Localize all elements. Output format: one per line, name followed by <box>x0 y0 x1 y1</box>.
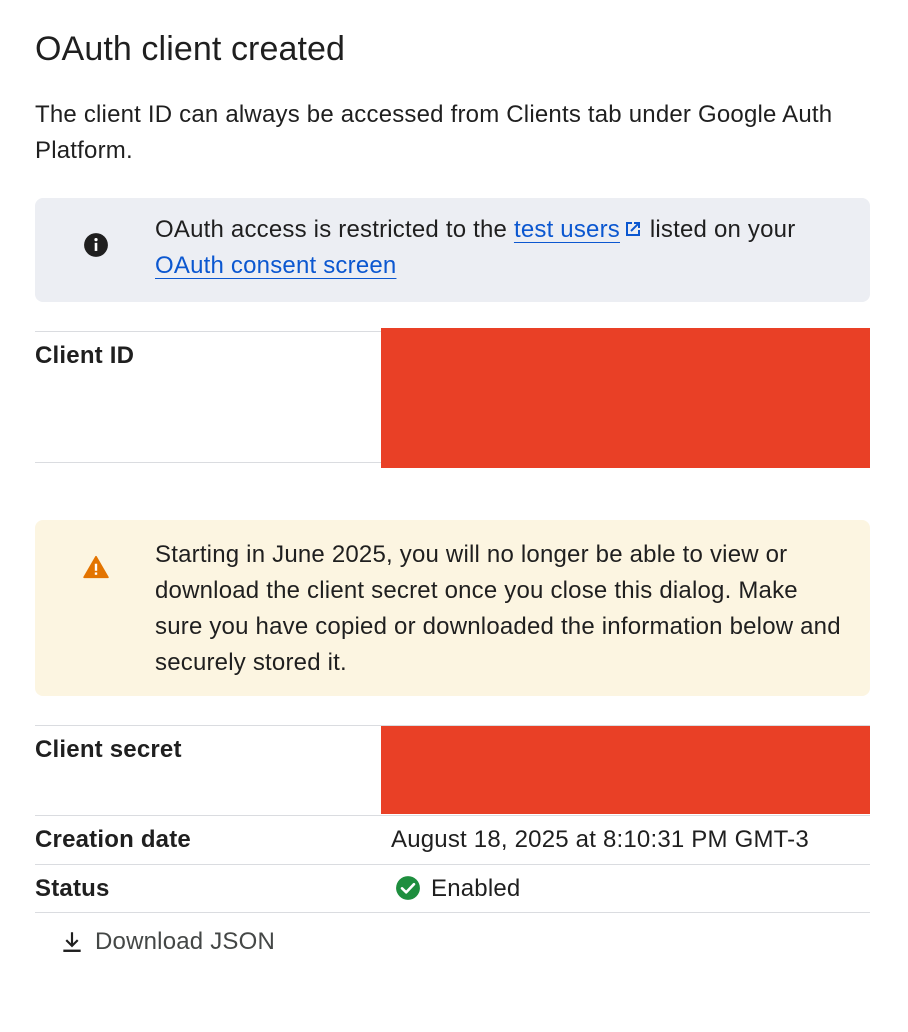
download-json-button[interactable]: Download JSON <box>59 928 275 956</box>
status-label: Status <box>35 875 110 902</box>
warning-banner: Starting in June 2025, you will no longe… <box>35 520 870 696</box>
creation-date-label: Creation date <box>35 826 191 853</box>
dialog-intro-text: The client ID can always be accessed fro… <box>35 101 833 164</box>
check-circle-icon <box>395 875 421 901</box>
warning-banner-text: Starting in June 2025, you will no longe… <box>155 541 841 676</box>
info-banner: OAuth access is restricted to the test u… <box>35 198 870 302</box>
test-users-link[interactable]: test users <box>514 216 620 243</box>
download-icon <box>63 932 81 952</box>
client-id-redacted-value <box>381 328 870 468</box>
client-id-row: Client ID <box>35 328 870 468</box>
creation-date-row: Creation date August 18, 2025 at 8:10:31… <box>35 815 870 864</box>
client-secret-redacted-value <box>381 726 870 814</box>
status-value: Enabled <box>395 875 520 903</box>
status-text: Enabled <box>431 875 521 902</box>
external-link-icon[interactable] <box>623 214 643 236</box>
client-secret-row: Client secret <box>35 725 870 815</box>
info-banner-text: OAuth access is restricted to the test u… <box>155 212 845 284</box>
creation-date-value: August 18, 2025 at 8:10:31 PM GMT-3 <box>391 826 809 853</box>
dialog-title: OAuth client created <box>35 30 346 68</box>
info-text-before: OAuth access is restricted to the <box>155 216 514 243</box>
status-row: Status Enabled <box>35 864 870 913</box>
download-json-label: Download JSON <box>95 928 276 955</box>
info-icon <box>83 232 109 258</box>
client-secret-label: Client secret <box>35 736 182 763</box>
oauth-consent-screen-link[interactable]: OAuth consent screen <box>155 252 396 279</box>
info-text-middle: listed on your <box>643 216 796 243</box>
warning-icon <box>83 554 109 580</box>
client-id-label: Client ID <box>35 342 135 369</box>
